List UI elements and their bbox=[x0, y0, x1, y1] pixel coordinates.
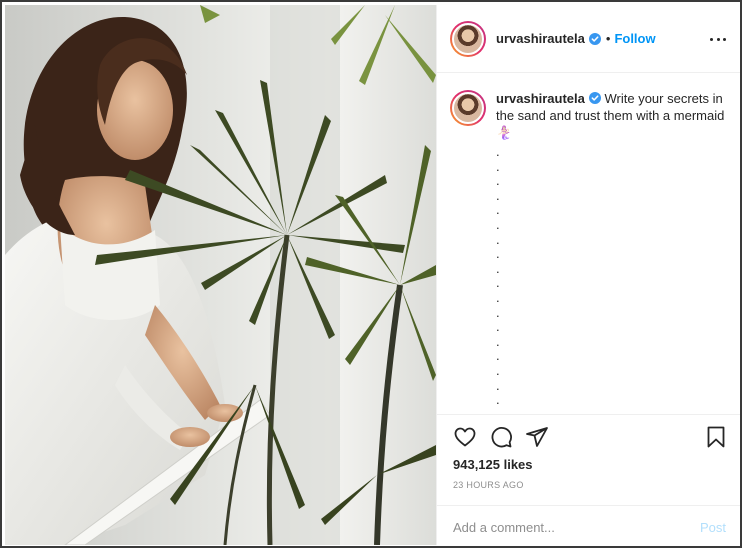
share-icon[interactable] bbox=[525, 425, 549, 449]
caption-dots: . . . . . . . . . . . . . . . . . . bbox=[496, 145, 729, 408]
caption-username[interactable]: urvashirautela bbox=[496, 91, 585, 106]
post-photo[interactable] bbox=[5, 5, 436, 545]
avatar-image bbox=[452, 92, 484, 124]
likes-count[interactable]: 943,125 likes bbox=[453, 457, 533, 472]
caption-dot-line: . bbox=[496, 275, 500, 291]
caption-body: urvashirautela Write your secrets in the… bbox=[496, 90, 729, 414]
author-avatar[interactable] bbox=[450, 20, 486, 57]
instagram-post-window: urvashirautela • Follow urvashirautela W… bbox=[0, 0, 742, 548]
header-separator: • bbox=[605, 31, 611, 46]
caption-dot-line: . bbox=[496, 392, 500, 408]
verified-badge-icon bbox=[588, 32, 601, 45]
caption-dot-line: . bbox=[496, 187, 500, 203]
caption-dot-line: . bbox=[496, 144, 500, 159]
caption-dot-line: . bbox=[496, 377, 500, 393]
caption-section: urvashirautela Write your secrets in the… bbox=[437, 74, 740, 414]
caption-dot-line: . bbox=[496, 173, 500, 189]
comment-bar: Post bbox=[437, 505, 740, 546]
caption-dot-line: . bbox=[496, 216, 500, 232]
follow-button[interactable]: Follow bbox=[614, 31, 655, 46]
caption-dot-line: . bbox=[496, 246, 500, 262]
post-header: urvashirautela • Follow bbox=[437, 5, 740, 73]
caption-dot-line: . bbox=[496, 231, 500, 247]
caption-dot-line: . bbox=[496, 289, 500, 305]
caption-dot-line: . bbox=[496, 158, 500, 174]
author-username[interactable]: urvashirautela bbox=[496, 31, 585, 46]
caption-dot-line: . bbox=[496, 260, 500, 276]
comment-icon[interactable] bbox=[489, 425, 513, 449]
caption-dot-line: . bbox=[496, 348, 500, 364]
post-side-panel: urvashirautela • Follow urvashirautela W… bbox=[436, 5, 740, 546]
caption-dot-line: . bbox=[496, 202, 500, 218]
post-photo-illustration bbox=[5, 5, 436, 545]
bookmark-icon[interactable] bbox=[704, 425, 728, 449]
heart-icon[interactable] bbox=[453, 425, 477, 449]
caption-dot-line: . bbox=[496, 333, 500, 349]
caption-dot-line: . bbox=[496, 304, 500, 320]
caption-dot-line: . bbox=[496, 319, 500, 335]
more-options-icon[interactable] bbox=[710, 31, 726, 47]
post-timestamp[interactable]: 23 HOURS AGO bbox=[453, 480, 524, 490]
caption-author-avatar[interactable] bbox=[450, 90, 486, 126]
caption-dot-line: . bbox=[496, 362, 500, 378]
action-icons bbox=[453, 425, 549, 449]
post-comment-button[interactable]: Post bbox=[700, 520, 726, 535]
verified-badge-icon bbox=[588, 92, 601, 104]
avatar-image bbox=[452, 22, 484, 55]
actions-section: 943,125 likes 23 HOURS AGO Post bbox=[437, 414, 740, 546]
comment-input[interactable] bbox=[453, 520, 700, 535]
